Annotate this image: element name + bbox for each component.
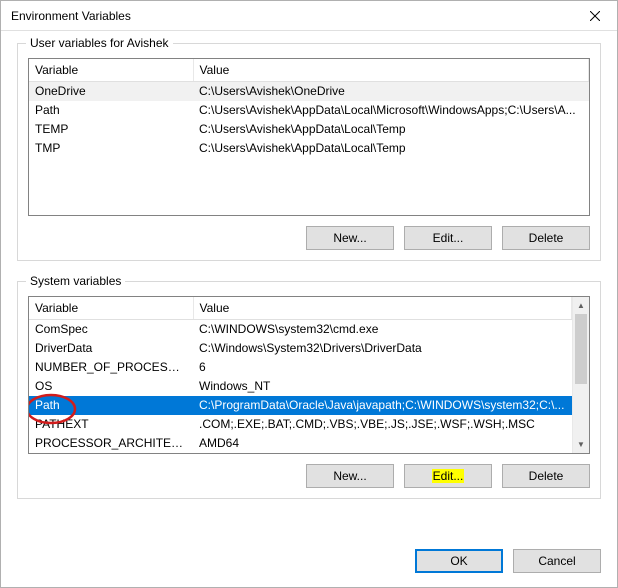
user-delete-button[interactable]: Delete bbox=[502, 226, 590, 250]
table-row[interactable]: TMPC:\Users\Avishek\AppData\Local\Temp bbox=[29, 139, 589, 158]
system-new-button[interactable]: New... bbox=[306, 464, 394, 488]
table-row[interactable]: PathC:\Users\Avishek\AppData\Local\Micro… bbox=[29, 101, 589, 120]
close-icon bbox=[590, 11, 600, 21]
variable-value-cell: C:\Windows\System32\Drivers\DriverData bbox=[193, 339, 572, 358]
variable-value-cell: C:\WINDOWS\system32\cmd.exe bbox=[193, 320, 572, 339]
variable-name-cell: DriverData bbox=[29, 339, 193, 358]
ok-button[interactable]: OK bbox=[415, 549, 503, 573]
variable-name-cell: TMP bbox=[29, 139, 193, 158]
cancel-button[interactable]: Cancel bbox=[513, 549, 601, 573]
system-variables-table-wrap: Variable Value ComSpecC:\WINDOWS\system3… bbox=[28, 296, 590, 454]
table-row[interactable]: NUMBER_OF_PROCESSORS6 bbox=[29, 358, 572, 377]
variable-value-cell: C:\Users\Avishek\AppData\Local\Microsoft… bbox=[193, 101, 589, 120]
table-row[interactable]: ComSpecC:\WINDOWS\system32\cmd.exe bbox=[29, 320, 572, 339]
user-variables-group: User variables for Avishek Variable Valu… bbox=[17, 43, 601, 261]
close-button[interactable] bbox=[572, 1, 617, 31]
variable-name-cell: TEMP bbox=[29, 120, 193, 139]
variable-name-cell: Path bbox=[29, 396, 193, 415]
user-variables-table-wrap: Variable Value OneDriveC:\Users\Avishek\… bbox=[28, 58, 590, 216]
table-row[interactable]: PathC:\ProgramData\Oracle\Java\javapath;… bbox=[29, 396, 572, 415]
variable-value-cell: C:\Users\Avishek\AppData\Local\Temp bbox=[193, 139, 589, 158]
system-col-variable[interactable]: Variable bbox=[29, 297, 193, 320]
variable-value-cell: C:\Users\Avishek\AppData\Local\Temp bbox=[193, 120, 589, 139]
user-variables-table[interactable]: Variable Value OneDriveC:\Users\Avishek\… bbox=[29, 59, 589, 158]
system-buttons-row: New... Edit... Delete bbox=[28, 464, 590, 488]
variable-value-cell: C:\ProgramData\Oracle\Java\javapath;C:\W… bbox=[193, 396, 572, 415]
table-row[interactable]: TEMPC:\Users\Avishek\AppData\Local\Temp bbox=[29, 120, 589, 139]
variable-value-cell: .COM;.EXE;.BAT;.CMD;.VBS;.VBE;.JS;.JSE;.… bbox=[193, 415, 572, 434]
system-variables-label: System variables bbox=[26, 274, 125, 288]
variable-name-cell: OneDrive bbox=[29, 82, 193, 101]
user-new-button[interactable]: New... bbox=[306, 226, 394, 250]
variable-value-cell: Windows_NT bbox=[193, 377, 572, 396]
variable-value-cell: 6 bbox=[193, 358, 572, 377]
environment-variables-dialog: Environment Variables User variables for… bbox=[0, 0, 618, 588]
titlebar: Environment Variables bbox=[1, 1, 617, 31]
user-buttons-row: New... Edit... Delete bbox=[28, 226, 590, 250]
table-row[interactable]: OSWindows_NT bbox=[29, 377, 572, 396]
user-col-variable[interactable]: Variable bbox=[29, 59, 193, 82]
table-row[interactable]: PATHEXT.COM;.EXE;.BAT;.CMD;.VBS;.VBE;.JS… bbox=[29, 415, 572, 434]
system-table-scrollbar[interactable]: ▲ ▼ bbox=[572, 297, 589, 453]
variable-name-cell: Path bbox=[29, 101, 193, 120]
system-edit-button[interactable]: Edit... bbox=[404, 464, 492, 488]
table-row[interactable]: PROCESSOR_ARCHITECTUREAMD64 bbox=[29, 434, 572, 453]
scroll-track[interactable] bbox=[573, 314, 589, 436]
variable-value-cell: AMD64 bbox=[193, 434, 572, 453]
table-row[interactable]: OneDriveC:\Users\Avishek\OneDrive bbox=[29, 82, 589, 101]
dialog-content: User variables for Avishek Variable Valu… bbox=[1, 31, 617, 545]
system-variables-table[interactable]: Variable Value ComSpecC:\WINDOWS\system3… bbox=[29, 297, 572, 453]
scroll-up-arrow[interactable]: ▲ bbox=[573, 297, 589, 314]
system-edit-highlight: Edit... bbox=[432, 469, 465, 483]
variable-name-cell: OS bbox=[29, 377, 193, 396]
system-col-value[interactable]: Value bbox=[193, 297, 572, 320]
variable-name-cell: PATHEXT bbox=[29, 415, 193, 434]
variable-name-cell: PROCESSOR_ARCHITECTURE bbox=[29, 434, 193, 453]
scroll-down-arrow[interactable]: ▼ bbox=[573, 436, 589, 453]
user-col-value[interactable]: Value bbox=[193, 59, 589, 82]
dialog-title: Environment Variables bbox=[11, 9, 131, 23]
system-variables-group: System variables Variable Value ComSpecC… bbox=[17, 281, 601, 499]
variable-value-cell: C:\Users\Avishek\OneDrive bbox=[193, 82, 589, 101]
system-delete-button[interactable]: Delete bbox=[502, 464, 590, 488]
variable-name-cell: NUMBER_OF_PROCESSORS bbox=[29, 358, 193, 377]
user-variables-label: User variables for Avishek bbox=[26, 36, 173, 50]
dialog-bottom-buttons: OK Cancel bbox=[1, 545, 617, 587]
scroll-thumb[interactable] bbox=[575, 314, 587, 384]
user-edit-button[interactable]: Edit... bbox=[404, 226, 492, 250]
variable-name-cell: ComSpec bbox=[29, 320, 193, 339]
table-row[interactable]: DriverDataC:\Windows\System32\Drivers\Dr… bbox=[29, 339, 572, 358]
